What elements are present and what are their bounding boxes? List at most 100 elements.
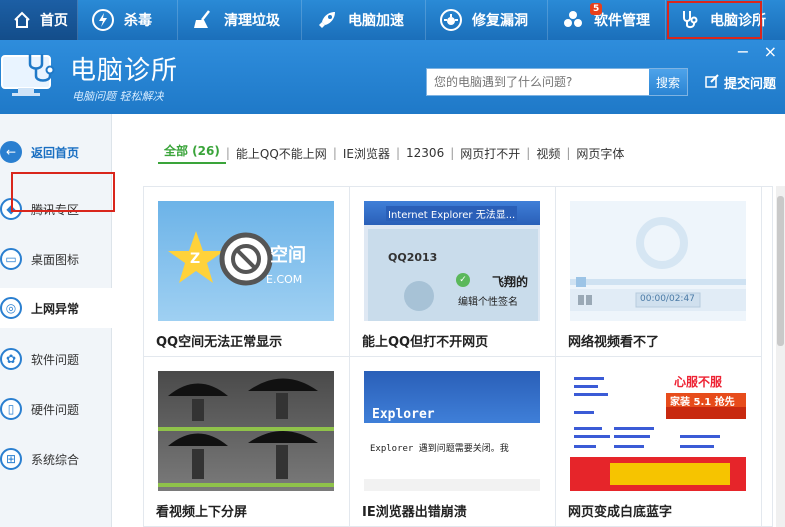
minimize-button[interactable]: −	[736, 42, 749, 61]
tab-label: 首页	[40, 13, 68, 29]
lightning-icon	[90, 7, 116, 33]
tab-label: 修复漏洞	[472, 13, 528, 29]
filter-video[interactable]: 视频	[530, 145, 566, 162]
penguin-icon: ◆	[0, 198, 22, 220]
sidebar-item-system[interactable]: ⊞ 系统综合	[0, 439, 112, 479]
scrollbar[interactable]	[776, 186, 785, 527]
thumbnail-text: 空间	[270, 245, 306, 266]
sidebar-item-hardware[interactable]: ▯ 硬件问题	[0, 389, 112, 429]
sidebar-item-label: 返回首页	[31, 145, 80, 160]
clinic-header: 电脑诊所 电脑问题 轻松解决 − × 搜索 提交问题	[0, 40, 785, 114]
video-time-readout: 00:00/02:47	[640, 294, 695, 304]
problem-card[interactable]: Explorer Explorer 遇到问题需要关闭。我 IE浏览器出错崩溃	[350, 357, 556, 527]
filter-12306[interactable]: 12306	[400, 146, 450, 160]
problem-card[interactable]: 心服不服 家装 5.1 抢先 网页变成白底蓝字	[556, 357, 762, 527]
cube-icon	[560, 7, 586, 33]
tab-software[interactable]: 软件管理	[548, 0, 666, 40]
sidebar-item-tencent[interactable]: ◆ 腾讯专区	[0, 189, 112, 229]
stethoscope-icon	[678, 7, 702, 33]
sidebar-item-label: 系统综合	[31, 452, 80, 467]
card-thumbnail: 00:00/02:47	[570, 201, 746, 321]
monitor-icon: ▭	[0, 248, 22, 270]
tab-antivirus[interactable]: 杀毒	[78, 0, 178, 40]
problem-card[interactable]: 看视频上下分屏	[144, 357, 350, 527]
check-icon: ✓	[456, 273, 470, 287]
sidebar-item-software[interactable]: ✿ 软件问题	[0, 339, 112, 379]
filter-page-not-open[interactable]: 网页打不开	[454, 145, 526, 162]
problem-card[interactable]: Z 空间 E.COM QQ空间无法正常显示	[144, 187, 350, 357]
sidebar-item-desktop-icons[interactable]: ▭ 桌面图标	[0, 239, 112, 279]
thumbnail-text: Internet Explorer 无法显...	[386, 206, 518, 221]
card-thumbnail: Explorer Explorer 遇到问题需要关闭。我	[364, 371, 540, 491]
thumbnail-text: E.COM	[266, 273, 303, 286]
close-button[interactable]: ×	[764, 42, 777, 61]
tab-label: 清理垃圾	[224, 13, 280, 29]
submit-question-button[interactable]: 提交问题	[705, 73, 776, 92]
bug-icon	[438, 7, 464, 33]
tab-repair[interactable]: 修复漏洞	[426, 0, 548, 40]
sidebar-item-label: 硬件问题	[31, 402, 80, 417]
card-title: IE浏览器出错崩溃	[362, 505, 467, 520]
tab-label: 杀毒	[124, 13, 152, 29]
card-title: 网页变成白底蓝字	[568, 505, 673, 520]
thumbnail-text: 家装 5.1 抢先	[670, 397, 735, 408]
filter-ie[interactable]: IE浏览器	[337, 145, 396, 162]
brand-title: 电脑诊所	[70, 56, 179, 86]
problem-card[interactable]: 00:00/02:47 网络视频看不了	[556, 187, 762, 357]
tab-clean[interactable]: 清理垃圾	[178, 0, 302, 40]
sidebar-item-label: 桌面图标	[31, 252, 80, 267]
sidebar-item-label: 腾讯专区	[31, 202, 80, 217]
tab-clinic[interactable]: 电脑诊所	[666, 0, 766, 40]
thumbnail-text: Explorer	[372, 407, 435, 422]
tab-label: 电脑诊所	[710, 13, 766, 29]
filter-bar: 全部 (26) | 能上QQ不能上网 | IE浏览器 | 12306 | 网页打…	[158, 142, 630, 164]
thumbnail-text: 编辑个性签名	[458, 297, 518, 308]
problem-grid: Z 空间 E.COM QQ空间无法正常显示 Internet Explorer …	[143, 186, 773, 527]
card-title: 看视频上下分屏	[156, 505, 248, 520]
search-button[interactable]: 搜索	[649, 69, 687, 95]
sidebar-item-label: 软件问题	[31, 352, 80, 367]
rocket-icon	[314, 7, 340, 33]
card-thumbnail: 心服不服 家装 5.1 抢先	[570, 371, 746, 491]
card-title: QQ空间无法正常显示	[156, 335, 283, 350]
back-arrow-icon: ←	[0, 141, 22, 163]
windows-icon: ⊞	[0, 448, 22, 470]
card-title: 能上QQ但打不开网页	[362, 335, 489, 350]
tab-label: 电脑加速	[348, 13, 404, 29]
scrollbar-thumb[interactable]	[777, 196, 784, 346]
thumbnail-text: 飞翔的	[492, 275, 529, 289]
problem-card[interactable]: Internet Explorer 无法显... QQ2013 ✓ 飞翔的 编辑…	[350, 187, 556, 357]
top-nav: 首页 杀毒 清理垃圾 电脑加速 修复漏洞 软件管理 电脑诊所	[0, 0, 785, 40]
globe-icon: ◎	[0, 297, 22, 319]
submit-question-label: 提交问题	[724, 77, 777, 92]
window-controls: − ×	[736, 42, 777, 61]
card-thumbnail	[158, 371, 334, 491]
filter-qq-no-web[interactable]: 能上QQ不能上网	[230, 145, 333, 162]
cube-icon: ✿	[0, 348, 22, 370]
sidebar-back-home[interactable]: ← 返回首页	[0, 132, 112, 172]
search-box: 搜索	[426, 68, 688, 96]
sidebar-item-network[interactable]: ◎ 上网异常	[0, 288, 112, 328]
monitor-stethoscope-icon	[0, 50, 60, 100]
filter-all[interactable]: 全部 (26)	[158, 142, 226, 164]
search-input[interactable]	[427, 69, 649, 95]
tab-label: 软件管理	[594, 13, 650, 29]
tab-speedup[interactable]: 电脑加速	[302, 0, 426, 40]
tab-home[interactable]: 首页	[0, 0, 78, 40]
thumbnail-text: QQ2013	[388, 251, 438, 264]
broom-icon	[190, 7, 216, 33]
card-thumbnail: Internet Explorer 无法显... QQ2013 ✓ 飞翔的 编辑…	[364, 201, 540, 321]
drive-icon: ▯	[0, 398, 22, 420]
edit-icon	[705, 73, 719, 92]
svg-text:Z: Z	[190, 251, 200, 267]
brand-slogan: 电脑问题 轻松解决	[72, 90, 164, 103]
sidebar: ← 返回首页 ◆ 腾讯专区 ▭ 桌面图标 ◎ 上网异常 ✿ 软件问题 ▯ 硬件问…	[0, 114, 112, 527]
thumbnail-text: 心服不服	[674, 375, 723, 389]
thumbnail-text: Explorer 遇到问题需要关闭。我	[370, 444, 509, 454]
card-thumbnail: Z 空间 E.COM	[158, 201, 334, 321]
update-count-badge: 5	[590, 3, 603, 15]
home-icon	[12, 7, 32, 33]
filter-web-font[interactable]: 网页字体	[570, 145, 630, 162]
card-title: 网络视频看不了	[568, 335, 660, 350]
sidebar-item-label: 上网异常	[31, 301, 80, 316]
